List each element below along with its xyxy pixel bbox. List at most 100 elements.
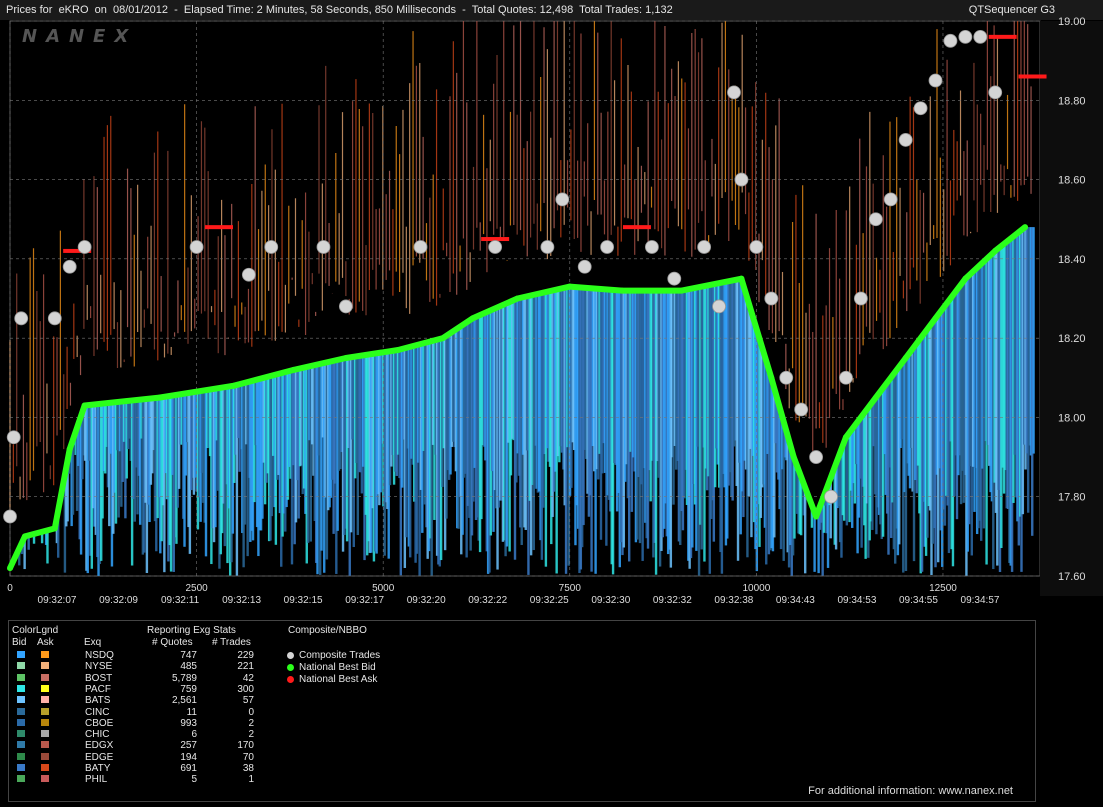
bid-quote-bar xyxy=(1032,227,1035,454)
exchange-name: CINC xyxy=(85,706,110,718)
ask-column-header: Ask xyxy=(37,637,54,648)
exchange-name: PHIL xyxy=(85,774,108,786)
composite-trade-point xyxy=(338,299,353,314)
national-best-bid-point xyxy=(790,454,797,461)
composite-trade-point xyxy=(988,85,1003,100)
ask-color-swatch xyxy=(41,707,49,715)
time-label: 09:32:38 xyxy=(714,595,753,606)
exchange-quotes: 6 xyxy=(191,729,197,741)
exchange-trades: 170 xyxy=(237,740,254,752)
exchange-trades: 0 xyxy=(248,706,254,718)
ask-color-swatch xyxy=(41,662,49,670)
composite-trade-point xyxy=(839,370,853,385)
exchange-quotes: 691 xyxy=(180,763,197,774)
national-best-bid-point xyxy=(290,366,297,373)
national-best-bid-point xyxy=(738,275,745,282)
national-best-ask-point xyxy=(204,225,233,230)
national-best-ask-point xyxy=(988,34,1017,39)
exchange-quotes: 747 xyxy=(180,650,197,661)
exchange-name: BOST xyxy=(85,672,113,684)
national-best-bid-point xyxy=(395,347,402,354)
national-best-bid-point xyxy=(514,295,521,302)
exchange-name: CHIC xyxy=(85,729,110,741)
time-label: 09:32:09 xyxy=(99,595,138,606)
composite-trade-point xyxy=(868,212,883,227)
bid-color-swatch xyxy=(17,752,25,760)
composite-trade-point xyxy=(898,133,913,147)
national-best-bid-point xyxy=(1022,224,1029,231)
composite-trade-point xyxy=(6,430,21,445)
exchange-trades: 70 xyxy=(242,751,254,763)
exchange-stats-title: Reporting Exg Stats xyxy=(147,625,236,636)
composite-trade-point xyxy=(749,240,764,254)
x-tick-label: 5000 xyxy=(372,583,395,594)
ask-color-swatch xyxy=(41,752,49,760)
ask-color-swatch xyxy=(41,696,49,704)
national-best-bid-point xyxy=(51,525,58,532)
bid-color-swatch xyxy=(17,718,25,726)
bid-quote-bar xyxy=(842,445,846,521)
x-tick-label: 7500 xyxy=(559,583,582,594)
exchange-quotes: 759 xyxy=(180,683,197,695)
watermark-logo: NANEX xyxy=(22,26,137,47)
national-best-bid-point xyxy=(439,335,446,342)
y-tick-label: 18.00 xyxy=(1058,412,1086,424)
composite-trade-point xyxy=(413,240,428,254)
exchange-quotes: 2,561 xyxy=(171,695,197,707)
bid-color-swatch xyxy=(17,730,25,738)
national-best-bid-point xyxy=(156,394,163,401)
national-best-bid-point xyxy=(768,374,775,381)
y-tick-label: 17.80 xyxy=(1058,492,1086,504)
composite-trade-point xyxy=(913,101,928,116)
exchange-trades: 2 xyxy=(248,729,254,741)
composite-title: Composite/NBBO xyxy=(288,625,367,636)
time-label: 09:32:30 xyxy=(591,595,630,606)
composite-trade-point xyxy=(824,489,838,504)
composite-trade-point xyxy=(734,172,749,187)
composite-trade-point xyxy=(600,240,615,254)
national-best-bid-point xyxy=(342,354,349,361)
exchange-trades: 42 xyxy=(242,672,254,684)
composite-trade-point xyxy=(77,240,92,254)
composite-trade-point xyxy=(264,240,279,254)
ask-color-swatch xyxy=(41,718,49,726)
bid-quote-bar xyxy=(845,438,849,526)
exchange-trades: 38 xyxy=(242,763,254,774)
bid-color-swatch xyxy=(17,707,25,715)
time-label: 09:32:32 xyxy=(653,595,692,606)
composite-legend-label: Composite Trades xyxy=(299,650,381,661)
composite-legend-marker xyxy=(287,652,294,659)
bid-color-swatch xyxy=(17,741,25,749)
exchange-trades: 2 xyxy=(248,717,254,729)
exchange-quotes: 257 xyxy=(180,740,197,752)
national-best-bid-point xyxy=(932,315,939,322)
composite-trade-point xyxy=(809,450,823,464)
ask-color-swatch xyxy=(41,673,49,681)
exchange-trades: 221 xyxy=(237,661,254,673)
bid-color-swatch xyxy=(17,764,25,771)
composite-trade-point xyxy=(189,240,204,254)
time-label: 09:32:22 xyxy=(468,595,507,606)
national-best-bid-point xyxy=(566,283,573,290)
time-label: 09:32:13 xyxy=(222,595,261,606)
national-best-bid-point xyxy=(81,402,88,409)
composite-trade-point xyxy=(667,271,682,286)
exchange-trades: 300 xyxy=(237,683,254,695)
national-best-bid-point xyxy=(469,315,476,322)
y-tick-label: 18.60 xyxy=(1058,175,1086,187)
time-label: 09:34:57 xyxy=(961,595,1000,606)
exchange-name: BATS xyxy=(85,695,111,707)
exchange-trades: 229 xyxy=(237,650,254,661)
exchange-name: CBOE xyxy=(85,717,114,729)
composite-trade-point xyxy=(727,85,741,100)
ask-color-swatch xyxy=(41,730,49,738)
national-best-bid-point xyxy=(7,565,13,572)
y-tick-label: 18.40 xyxy=(1058,254,1086,266)
footer-info: For additional information: www.nanex.ne… xyxy=(808,785,1013,797)
composite-trade-point xyxy=(555,192,570,207)
time-label: 09:32:07 xyxy=(38,595,77,606)
national-best-ask-point xyxy=(622,225,651,230)
bid-quote-bar xyxy=(71,443,75,515)
composite-trade-point xyxy=(644,240,659,254)
exchange-quotes: 485 xyxy=(180,661,197,673)
